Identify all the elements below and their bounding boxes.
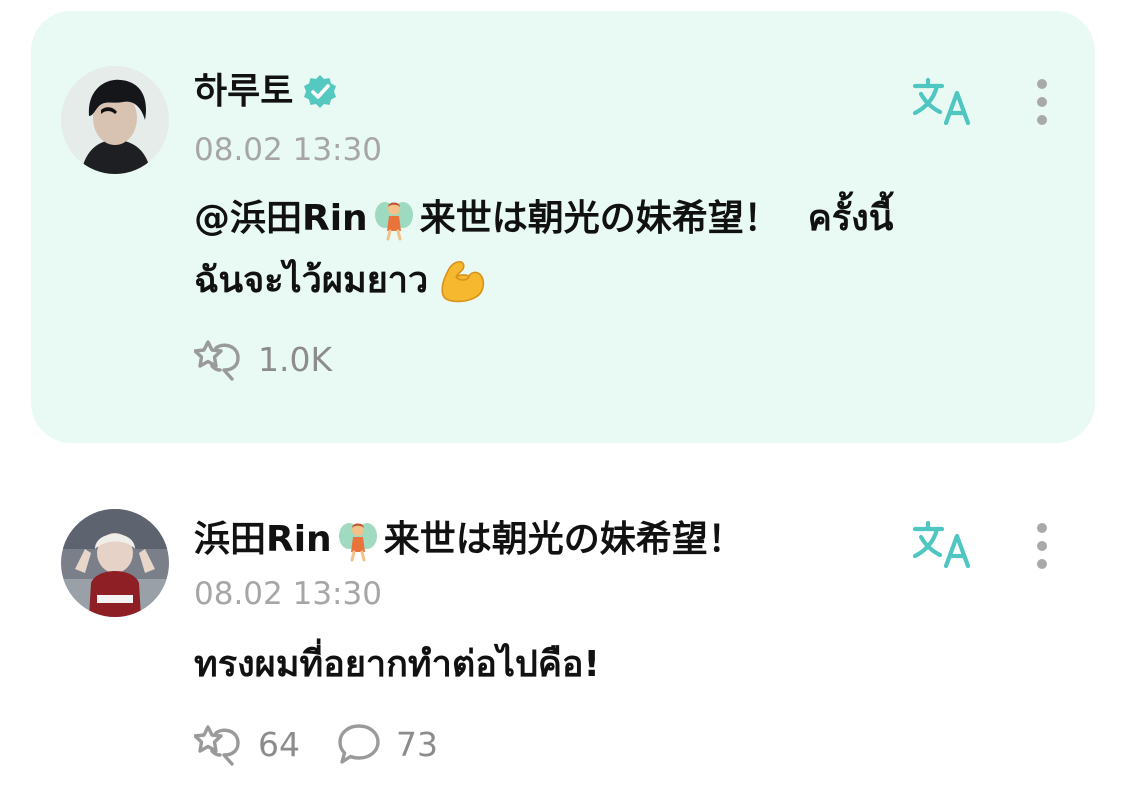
comment: 浜田Rin 来世は朝光の妹希望！ 08.02 13:30 ทรงผมที่อยา… (0, 450, 1125, 793)
reaction-button[interactable]: 1.0K (194, 336, 332, 382)
comment-button[interactable]: 73 (336, 722, 438, 766)
comment-text-part-1: ครั้งนี้ (807, 198, 894, 239)
comment-text: ทรงผมที่อยากทำต่อไปคือ! (194, 644, 600, 685)
muscle-emoji-icon (441, 261, 485, 303)
verified-badge-icon (304, 75, 337, 108)
highlighted-comment: 하루토 08.02 13:30 @浜田Rin 来世は朝光の妹希望！ ครั้งน… (0, 0, 1125, 450)
mention-display-name[interactable]: 来世は朝光の妹希望！ (420, 188, 780, 250)
translate-icon[interactable] (912, 77, 974, 127)
comment-body: @浜田Rin 来世は朝光の妹希望！ ครั้งนี้ ฉันจะไว้ผมยาว (194, 188, 1054, 312)
comment-thread: 하루토 08.02 13:30 @浜田Rin 来世は朝光の妹希望！ ครั้งน… (0, 0, 1125, 793)
avatar[interactable] (61, 66, 169, 174)
mention-link[interactable]: @浜田Rin (194, 188, 368, 250)
author-name-part-2: 来世は朝光の妹希望！ (383, 519, 744, 560)
avatar[interactable] (61, 509, 169, 617)
timestamp: 08.02 13:30 (194, 576, 382, 612)
comment-actions: 1.0K (194, 336, 368, 382)
reaction-count: 64 (258, 724, 300, 764)
author-name[interactable]: 하루토 (194, 72, 339, 112)
more-options-icon[interactable] (1032, 74, 1052, 130)
author-name[interactable]: 浜田Rin 来世は朝光の妹希望！ (194, 518, 744, 562)
comment-body-line-2: ฉันจะไว้ผมยาว (194, 250, 1054, 312)
comment-actions: 64 73 (194, 721, 474, 767)
author-name-part-1: 浜田Rin (194, 519, 332, 560)
timestamp: 08.02 13:30 (194, 132, 382, 168)
author-name-label: 하루토 (194, 71, 294, 112)
comment-body: ทรงผมที่อยากทำต่อไปคือ! (194, 634, 1054, 696)
reaction-icon (194, 725, 240, 766)
comment-body-line-1: @浜田Rin 来世は朝光の妹希望！ ครั้งนี้ (194, 188, 1054, 250)
comment-icon (338, 724, 380, 764)
fairy-emoji-icon (374, 202, 413, 241)
more-options-icon[interactable] (1032, 518, 1052, 574)
fairy-emoji-icon (338, 523, 377, 562)
comment-body-line-1: ทรงผมที่อยากทำต่อไปคือ! (194, 634, 1054, 696)
reaction-button[interactable]: 64 (194, 721, 300, 767)
reaction-count: 1.0K (258, 339, 333, 379)
reaction-icon (194, 340, 240, 381)
translate-icon[interactable] (912, 520, 974, 570)
comment-text-part-2: ฉันจะไว้ผมยาว (194, 260, 429, 301)
comment-count: 73 (396, 724, 438, 764)
